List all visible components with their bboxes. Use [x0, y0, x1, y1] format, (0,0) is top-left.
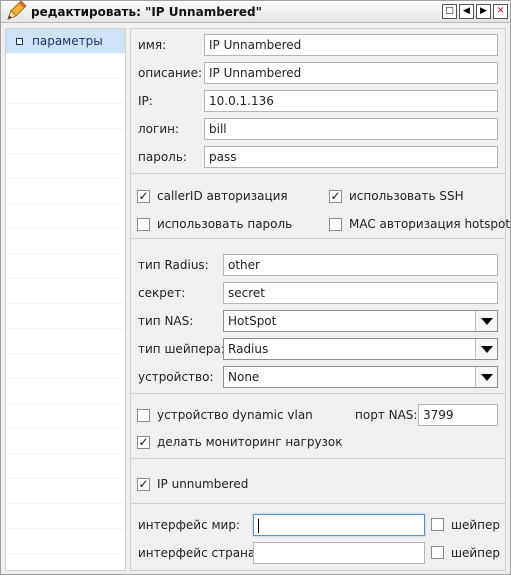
auth-section: ✓ callerID авторизация ✓ использовать SS… — [131, 174, 510, 239]
radius-section: тип Radius: other секрет: secret тип NAS… — [131, 239, 505, 394]
previous-button[interactable]: ◀ — [459, 4, 474, 19]
country-interface-field[interactable] — [253, 542, 425, 564]
ip-unnumbered-checkbox[interactable]: ✓ — [137, 478, 150, 491]
password-field[interactable]: pass — [204, 146, 498, 168]
monitoring-label: делать мониторинг нагрузок — [157, 435, 343, 449]
password-label: пароль: — [138, 150, 187, 164]
device-select[interactable]: None — [223, 366, 498, 388]
title-bar[interactable]: редактировать: "IP Unnambered" □ ◀ ▶ ✕ — [1, 0, 510, 23]
description-label: описание: — [138, 66, 203, 80]
secret-label: секрет: — [138, 286, 186, 300]
shaper-type-value: Radius — [228, 342, 269, 356]
world-interface-field[interactable] — [253, 514, 425, 536]
unnumbered-section: ✓ IP unnumbered — [131, 459, 505, 504]
ssh-checkbox[interactable]: ✓ — [329, 190, 342, 203]
nas-port-label: порт NAS: — [355, 408, 418, 422]
arrow-left-icon: ◀ — [463, 6, 470, 16]
text-cursor — [258, 518, 259, 533]
nas-type-label: тип NAS: — [138, 314, 194, 328]
chevron-down-icon — [475, 311, 497, 331]
sidebar-item-parameters[interactable]: параметры — [6, 29, 125, 53]
monitoring-checkbox[interactable]: ✓ — [137, 436, 150, 449]
callerid-checkbox[interactable]: ✓ — [137, 190, 150, 203]
shaper-type-label: тип шейпера: — [138, 342, 225, 356]
country-interface-label: интерфейс страна: — [138, 546, 260, 560]
use-password-label: использовать пароль — [157, 217, 293, 231]
general-section: имя: IP Unnambered описание: IP Unnamber… — [131, 29, 505, 174]
nas-port-field[interactable]: 3799 — [418, 404, 498, 426]
sidebar: параметры — [5, 28, 126, 571]
country-shaper-checkbox[interactable] — [431, 546, 444, 559]
shaper-type-select[interactable]: Radius — [223, 338, 498, 360]
maximize-button[interactable]: □ — [442, 4, 457, 19]
vlan-section: устройство dynamic vlan порт NAS: 3799 ✓… — [131, 394, 505, 459]
dynamic-vlan-label: устройство dynamic vlan — [157, 408, 313, 422]
pencil-icon — [7, 0, 27, 20]
interfaces-section: интерфейс мир: шейпер интерфейс страна: … — [131, 504, 505, 570]
name-field[interactable]: IP Unnambered — [204, 34, 498, 56]
close-icon: ✕ — [496, 6, 505, 16]
close-button[interactable]: ✕ — [493, 4, 508, 19]
chevron-down-icon — [475, 367, 497, 387]
callerid-label: callerID авторизация — [157, 189, 288, 203]
nas-type-value: HotSpot — [228, 314, 277, 328]
arrow-right-icon: ▶ — [480, 6, 487, 16]
ip-field[interactable]: 10.0.1.136 — [204, 90, 498, 112]
ip-label: IP: — [138, 94, 153, 108]
ssh-label: использовать SSH — [349, 189, 464, 203]
login-field[interactable]: bill — [204, 118, 498, 140]
use-password-checkbox[interactable] — [137, 218, 150, 231]
dynamic-vlan-checkbox[interactable] — [137, 409, 150, 422]
world-shaper-checkbox[interactable] — [431, 518, 444, 531]
secret-field[interactable]: secret — [223, 282, 498, 304]
chevron-down-icon — [475, 339, 497, 359]
world-shaper-label: шейпер — [451, 518, 501, 532]
login-label: логин: — [138, 122, 180, 136]
mac-hotspot-label: MAC авторизация hotspot — [349, 217, 511, 231]
maximize-icon: □ — [445, 6, 454, 16]
country-shaper-label: шейпер — [451, 546, 501, 560]
device-label: устройство: — [138, 370, 214, 384]
edit-window: редактировать: "IP Unnambered" □ ◀ ▶ ✕ п… — [0, 0, 511, 575]
radius-type-field[interactable]: other — [223, 254, 498, 276]
nas-type-select[interactable]: HotSpot — [223, 310, 498, 332]
next-button[interactable]: ▶ — [476, 4, 491, 19]
device-value: None — [228, 370, 260, 384]
form-panel: имя: IP Unnambered описание: IP Unnamber… — [130, 28, 510, 571]
square-bullet-icon — [16, 37, 23, 45]
ip-unnumbered-label: IP unnumbered — [157, 477, 249, 491]
window-title: редактировать: "IP Unnambered" — [31, 5, 262, 19]
radius-type-label: тип Radius: — [138, 258, 209, 272]
mac-hotspot-checkbox[interactable] — [329, 218, 342, 231]
description-field[interactable]: IP Unnambered — [204, 62, 498, 84]
sidebar-item-label: параметры — [32, 34, 103, 48]
name-label: имя: — [138, 38, 167, 52]
world-interface-label: интерфейс мир: — [138, 518, 240, 532]
